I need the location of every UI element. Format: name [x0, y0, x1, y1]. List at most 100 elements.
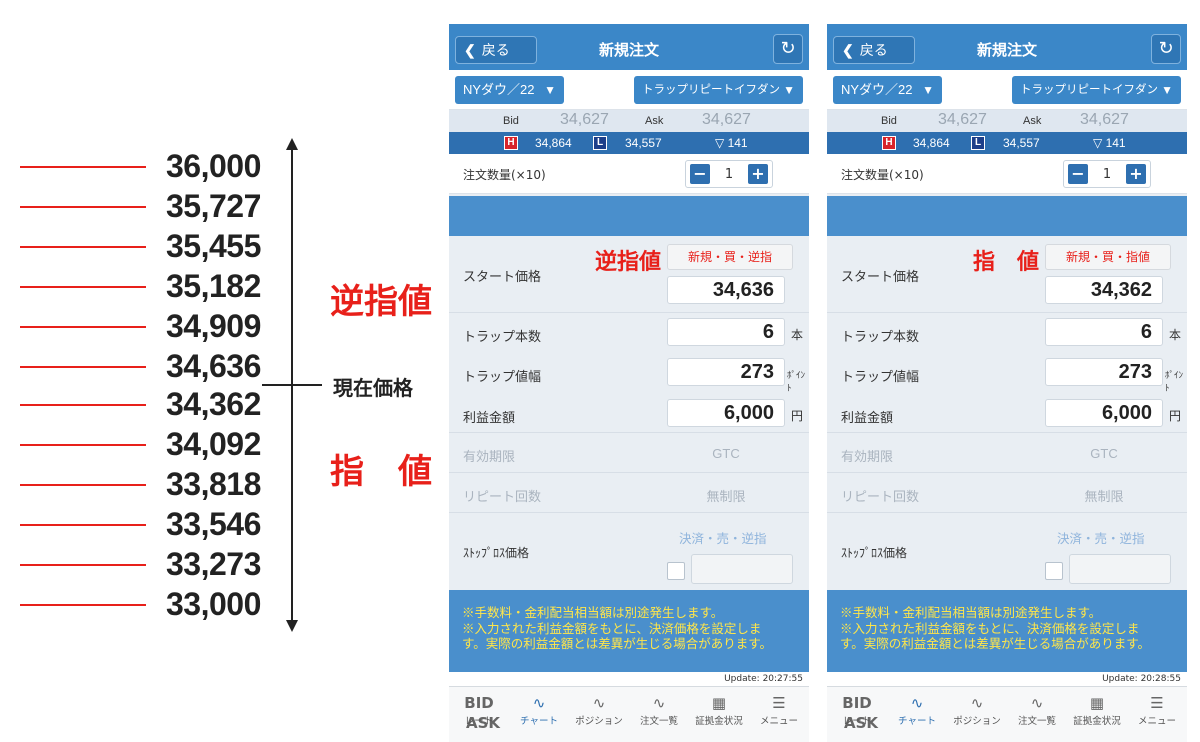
current-price-label: 現在価格 — [333, 378, 413, 400]
tab-label: チャート — [520, 716, 558, 727]
tab-order-list[interactable]: ∿ 注文一覧 — [1007, 693, 1067, 727]
trap-width-input[interactable]: 273 — [667, 358, 785, 386]
line-chart-icon: ∿ — [532, 694, 546, 712]
tab-menu[interactable]: ☰ メニュー — [749, 693, 809, 727]
chevron-down-icon: ▼ — [922, 83, 934, 97]
symbol-select[interactable]: NYダウ／22 ▼ — [455, 76, 564, 104]
page-title: 新規注文 — [976, 42, 1037, 59]
list-chart-icon: ∿ — [1030, 694, 1044, 712]
order-kind-select[interactable]: トラップリピートイフダン ▼ — [1012, 76, 1181, 104]
quantity-stepper[interactable]: − 1 + — [1063, 160, 1151, 188]
plus-button[interactable]: + — [748, 164, 768, 184]
stoploss-input[interactable] — [691, 554, 793, 584]
stoploss-input[interactable] — [1069, 554, 1171, 584]
stoploss-label: ｽﾄｯﾌﾟﾛｽ価格 — [463, 546, 530, 560]
trap-width-input[interactable]: 273 — [1045, 358, 1163, 386]
trap-count-input[interactable]: 6 — [1045, 318, 1163, 346]
tab-position[interactable]: ∿ ポジション — [569, 693, 629, 727]
symbol-select[interactable]: NYダウ／22 ▼ — [833, 76, 942, 104]
order-type-button[interactable]: 新規・買・指値 — [1045, 244, 1171, 270]
quantity-value[interactable]: 1 — [714, 167, 744, 182]
expiry-label: 有効期限 — [463, 449, 516, 464]
bid-ask-row: Bid 34,627 Ask 34,627 — [449, 110, 809, 132]
level-line — [20, 326, 146, 328]
tab-margin-status[interactable]: ▦ 証拠金状況 — [689, 693, 749, 727]
price-level: 36,000 — [0, 146, 290, 186]
level-line — [20, 206, 146, 208]
change-value: ▽ 141 — [715, 136, 748, 150]
notice-line: す。実際の利益金額とは差異が生じる場合があります。 — [840, 637, 1151, 651]
area-chart-icon: ∿ — [592, 694, 606, 712]
price-level-value: 33,546 — [166, 506, 261, 542]
tab-chart[interactable]: ∿ チャート — [509, 693, 569, 727]
low-value: 34,557 — [1003, 136, 1040, 150]
trap-width-label: トラップ値幅 — [841, 369, 920, 384]
price-ladder-diagram: 36,000 35,727 35,455 35,182 34,909 34,63… — [0, 0, 440, 742]
bid-label: Bid — [881, 115, 897, 127]
price-level: 34,636 — [0, 346, 290, 386]
repeat-label: リピート回数 — [841, 489, 920, 504]
chevron-down-icon: ▼ — [1161, 83, 1173, 97]
ask-value: 34,627 — [702, 111, 751, 128]
quantity-stepper[interactable]: − 1 + — [685, 160, 773, 188]
tab-rate[interactable]: BID ASK レート — [827, 693, 887, 732]
high-value: 34,864 — [535, 136, 572, 150]
low-badge: L — [593, 136, 607, 150]
high-badge: H — [882, 136, 896, 150]
trap-width-unit: ﾎﾟｲﾝﾄ — [787, 370, 806, 393]
trap-count-label: トラップ本数 — [463, 329, 542, 344]
refresh-icon: ↻ — [780, 38, 796, 59]
tab-position[interactable]: ∿ ポジション — [947, 693, 1007, 727]
bid-label: Bid — [503, 115, 519, 127]
tab-margin-status[interactable]: ▦ 証拠金状況 — [1067, 693, 1127, 727]
low-badge: L — [971, 136, 985, 150]
selector-row: NYダウ／22 ▼ トラップリピートイフダン ▼ — [449, 70, 809, 110]
profit-input[interactable]: 6,000 — [1045, 399, 1163, 427]
tab-label: チャート — [898, 716, 936, 727]
price-level: 35,182 — [0, 266, 290, 306]
change-value: ▽ 141 — [1093, 136, 1126, 150]
selector-row: NYダウ／22 ▼ トラップリピートイフダン ▼ — [827, 70, 1187, 110]
notice-line: ※入力された利益金額をもとに、決済価格を設定しま — [462, 621, 762, 636]
trap-count-input[interactable]: 6 — [667, 318, 785, 346]
refresh-button[interactable]: ↻ — [1151, 34, 1181, 64]
low-value: 34,557 — [625, 136, 662, 150]
minus-button[interactable]: − — [1068, 164, 1088, 184]
stoploss-checkbox[interactable] — [1045, 562, 1063, 580]
limit-order-label: 指 値 — [330, 453, 432, 491]
price-level-value: 33,273 — [166, 546, 261, 582]
order-kind-value: トラップリピートイフダン — [642, 84, 780, 96]
tab-chart[interactable]: ∿ チャート — [887, 693, 947, 727]
plus-button[interactable]: + — [1126, 164, 1146, 184]
refresh-button[interactable]: ↻ — [773, 34, 803, 64]
update-timestamp: Update: 20:27:55 — [449, 672, 809, 686]
tab-order-list[interactable]: ∿ 注文一覧 — [629, 693, 689, 727]
quantity-label: 注文数量(×10) — [841, 168, 924, 182]
repeat-value: 無制限 — [706, 489, 746, 504]
stoploss-checkbox[interactable] — [667, 562, 685, 580]
current-price-marker — [262, 384, 322, 386]
minus-button[interactable]: − — [690, 164, 710, 184]
order-type-button[interactable]: 新規・買・逆指 — [667, 244, 793, 270]
level-line — [20, 166, 146, 168]
price-level-value: 34,362 — [166, 386, 261, 422]
list-chart-icon: ∿ — [652, 694, 666, 712]
trap-count-label: トラップ本数 — [841, 329, 920, 344]
start-price-label: スタート価格 — [463, 269, 542, 284]
level-line — [20, 366, 146, 368]
profit-input[interactable]: 6,000 — [667, 399, 785, 427]
tab-menu[interactable]: ☰ メニュー — [1127, 693, 1187, 727]
price-level-value: 34,636 — [166, 348, 261, 384]
high-low-row: H 34,864 L 34,557 ▽ 141 — [827, 132, 1187, 154]
price-level-value: 34,092 — [166, 426, 261, 462]
price-level: 33,273 — [0, 544, 290, 584]
high-value: 34,864 — [913, 136, 950, 150]
start-price-input[interactable]: 34,362 — [1045, 276, 1163, 304]
bid-value: 34,627 — [938, 111, 987, 128]
menu-icon: ☰ — [772, 694, 786, 712]
quantity-value[interactable]: 1 — [1092, 167, 1122, 182]
tab-rate[interactable]: BID ASK レート — [449, 693, 509, 732]
trap-width-label: トラップ値幅 — [463, 369, 542, 384]
order-kind-select[interactable]: トラップリピートイフダン ▼ — [634, 76, 803, 104]
start-price-input[interactable]: 34,636 — [667, 276, 785, 304]
